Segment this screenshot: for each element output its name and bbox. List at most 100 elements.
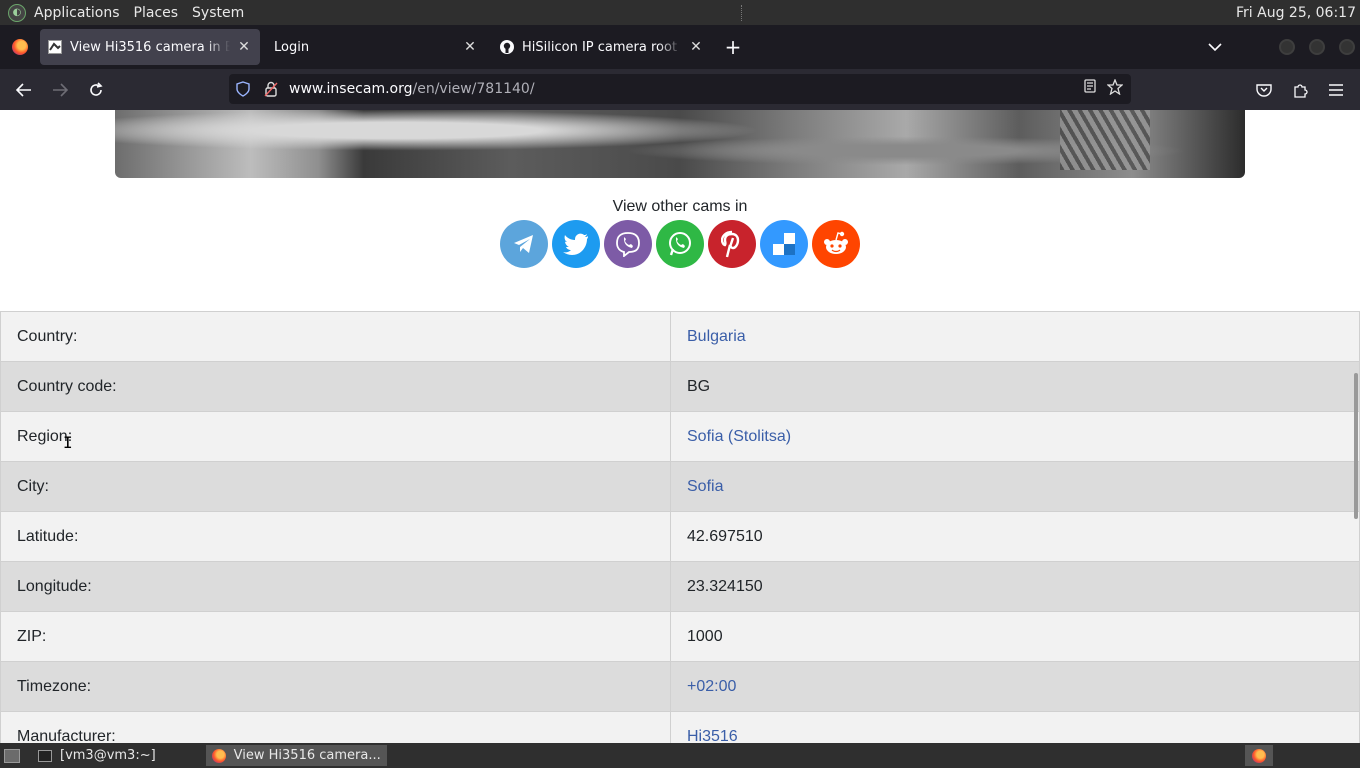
table-row: Country code: BG [0, 361, 1360, 412]
tab-insecam[interactable]: View Hi3516 camera in Bulgaria ✕ [40, 29, 260, 65]
info-value: 23.324150 [687, 577, 763, 595]
info-value-link[interactable]: Bulgaria [687, 328, 746, 345]
bookmark-star-icon[interactable] [1106, 78, 1124, 99]
applications-menu[interactable]: Applications [34, 5, 120, 21]
terminal-icon [38, 749, 52, 762]
reddit-icon[interactable] [812, 220, 860, 268]
info-value-link[interactable]: Hi3516 [687, 728, 738, 744]
info-value-cell: 42.697510 [670, 511, 1360, 562]
hamburger-menu-icon[interactable] [1318, 74, 1354, 106]
places-menu[interactable]: Places [134, 5, 179, 21]
distro-logo-icon[interactable]: ◐ [8, 3, 26, 22]
nav-toolbar: www.insecam.org/en/view/781140/ [0, 69, 1360, 110]
insecure-lock-icon[interactable] [257, 81, 285, 97]
top-panel: ◐ Applications Places System Fri Aug 25,… [0, 0, 1360, 25]
telegram-icon[interactable] [500, 220, 548, 268]
tab-title: View Hi3516 camera in Bulgaria [70, 39, 230, 55]
pinterest-icon[interactable] [708, 220, 756, 268]
info-value: 1000 [687, 627, 723, 645]
table-row: City: Sofia [0, 461, 1360, 512]
new-tab-button[interactable]: + [718, 32, 748, 62]
info-value: 42.697510 [687, 527, 763, 545]
info-label: ZIP: [0, 611, 671, 662]
camera-info-table: Country: Bulgaria Country code: BG Region: So… [0, 311, 1360, 743]
share-buttons [500, 220, 860, 268]
taskbar-item-label: [vm3@vm3:~] [60, 748, 156, 763]
show-desktop-icon[interactable] [4, 748, 20, 763]
info-label: Country code: [0, 361, 671, 412]
table-row: Timezone: +02:00 [0, 661, 1360, 712]
info-value-cell: 23.324150 [670, 561, 1360, 612]
info-value-cell: 1000 [670, 611, 1360, 662]
bottom-taskbar: [vm3@vm3:~] View Hi3516 camera... [0, 743, 1360, 768]
info-label: Longitude: [0, 561, 671, 612]
panel-clock[interactable]: Fri Aug 25, 06:17 [1236, 5, 1356, 21]
github-icon [500, 40, 514, 54]
info-label: Region: [0, 411, 671, 462]
firefox-icon [211, 748, 226, 763]
info-value-cell: Hi3516 [670, 711, 1360, 744]
info-label: Country: [0, 311, 671, 362]
info-value-link[interactable]: Sofia (Stolitsa) [687, 428, 791, 445]
info-value-cell: Bulgaria [670, 311, 1360, 362]
info-value-cell: Sofia [670, 461, 1360, 512]
minimize-window-icon[interactable] [1279, 39, 1295, 55]
twitter-icon[interactable] [552, 220, 600, 268]
forward-arrow-icon[interactable] [42, 74, 78, 106]
pocket-icon[interactable] [1246, 74, 1282, 106]
panel-menus: Applications Places System [34, 5, 258, 21]
reader-view-icon[interactable] [1083, 79, 1097, 99]
share-title: View other cams in [612, 198, 748, 215]
taskbar-item-terminal[interactable]: [vm3@vm3:~] [32, 745, 162, 766]
table-row: ZIP: 1000 [0, 611, 1360, 662]
reload-icon[interactable] [78, 74, 114, 106]
info-value: BG [687, 377, 711, 395]
table-row: Region: Sofia (Stolitsa) [0, 411, 1360, 462]
insecam-icon [48, 40, 62, 54]
close-window-icon[interactable] [1339, 39, 1355, 55]
firefox-view-icon[interactable] [0, 39, 40, 55]
table-row: Manufacturer: Hi3516 [0, 711, 1360, 744]
url-host: www.insecam.org [289, 81, 413, 97]
info-value-cell: BG [670, 361, 1360, 412]
web-page: View other cams in Country: Bulgaria Count… [0, 110, 1360, 743]
table-row: Longitude: 23.324150 [0, 561, 1360, 612]
info-value-cell: +02:00 [670, 661, 1360, 712]
tab-title: HiSilicon IP camera root passwords [522, 39, 682, 55]
tab-login[interactable]: Login ✕ [266, 29, 486, 65]
taskbar-item-label: View Hi3516 camera... [233, 748, 381, 763]
info-value-link[interactable]: +02:00 [687, 678, 736, 695]
info-label: Manufacturer: [0, 711, 671, 743]
camera-stream-image[interactable] [115, 110, 1245, 178]
whatsapp-icon[interactable] [656, 220, 704, 268]
table-row: Latitude: 42.697510 [0, 511, 1360, 562]
table-row: Country: Bulgaria [0, 311, 1360, 362]
tab-strip: View Hi3516 camera in Bulgaria ✕ Login ✕… [0, 25, 1360, 69]
taskbar-item-firefox[interactable]: View Hi3516 camera... [205, 745, 387, 766]
text-cursor-icon: I [63, 433, 73, 452]
close-tab-icon[interactable]: ✕ [236, 39, 252, 55]
page-scrollbar-thumb[interactable] [1354, 373, 1358, 519]
info-label: Latitude: [0, 511, 671, 562]
url-path: /en/view/781140/ [412, 81, 535, 97]
tab-github[interactable]: HiSilicon IP camera root passwords ✕ [492, 29, 712, 65]
url-text[interactable]: www.insecam.org/en/view/781140/ [289, 81, 535, 97]
close-tab-icon[interactable]: ✕ [688, 39, 704, 55]
back-arrow-icon[interactable] [6, 74, 42, 106]
info-value-cell: Sofia (Stolitsa) [670, 411, 1360, 462]
system-menu[interactable]: System [192, 5, 244, 21]
tab-title: Login [274, 39, 310, 55]
address-bar[interactable]: www.insecam.org/en/view/781140/ [229, 74, 1131, 104]
extensions-puzzle-icon[interactable] [1282, 74, 1318, 106]
viber-icon[interactable] [604, 220, 652, 268]
info-label: Timezone: [0, 661, 671, 712]
tracking-protection-shield-icon[interactable] [229, 81, 257, 97]
panel-separator [741, 4, 745, 21]
info-value-link[interactable]: Sofia [687, 478, 723, 495]
delicious-icon[interactable] [760, 220, 808, 268]
maximize-window-icon[interactable] [1309, 39, 1325, 55]
info-label: City: [0, 461, 671, 512]
close-tab-icon[interactable]: ✕ [462, 39, 478, 55]
list-all-tabs-chevron-icon[interactable] [1203, 33, 1227, 61]
tray-firefox-icon[interactable] [1245, 745, 1273, 766]
